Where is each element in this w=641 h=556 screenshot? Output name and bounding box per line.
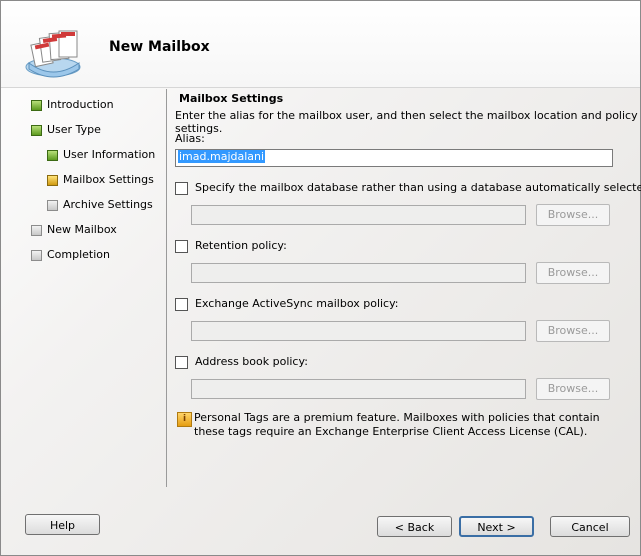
step-label: User Information	[63, 148, 156, 161]
retention-policy-checkbox[interactable]	[175, 240, 188, 253]
step-label: New Mailbox	[47, 223, 117, 236]
activesync-policy-browse-button[interactable]: Browse...	[536, 320, 610, 342]
step-introduction: Introduction	[31, 97, 161, 122]
step-pending-icon	[47, 200, 58, 211]
step-archive-settings: Archive Settings	[31, 197, 161, 222]
alias-value: imad.majdalani	[178, 150, 266, 163]
step-complete-icon	[47, 150, 58, 161]
alias-input[interactable]: imad.majdalani	[175, 149, 613, 167]
wizard-title: New Mailbox	[109, 39, 210, 55]
step-complete-icon	[31, 125, 42, 136]
database-browse-button[interactable]: Browse...	[536, 204, 610, 226]
panel-divider	[166, 89, 167, 487]
info-icon: i	[177, 412, 192, 427]
address-book-policy-browse-button[interactable]: Browse...	[536, 378, 610, 400]
step-pending-icon	[31, 225, 42, 236]
step-completion: Completion	[31, 247, 161, 272]
retention-policy-browse-button[interactable]: Browse...	[536, 262, 610, 284]
help-button[interactable]: Help	[25, 514, 100, 535]
step-mailbox-settings: Mailbox Settings	[31, 172, 161, 197]
step-current-icon	[47, 175, 58, 186]
step-label: Archive Settings	[63, 198, 153, 211]
wizard-step-list: Introduction User Type User Information …	[31, 97, 161, 272]
activesync-policy-checkbox[interactable]	[175, 298, 188, 311]
wizard-header: New Mailbox	[1, 1, 640, 88]
retention-policy-field	[191, 263, 526, 283]
retention-policy-label: Retention policy:	[195, 239, 287, 252]
activesync-policy-label: Exchange ActiveSync mailbox policy:	[195, 297, 399, 310]
back-button[interactable]: < Back	[377, 516, 452, 537]
cancel-button[interactable]: Cancel	[550, 516, 630, 537]
address-book-policy-checkbox[interactable]	[175, 356, 188, 369]
alias-label: Alias:	[175, 132, 205, 145]
database-checkbox-label: Specify the mailbox database rather than…	[195, 181, 641, 194]
address-book-policy-field	[191, 379, 526, 399]
step-label: Mailbox Settings	[63, 173, 154, 186]
next-button[interactable]: Next >	[459, 516, 534, 537]
step-new-mailbox: New Mailbox	[31, 222, 161, 247]
step-label: Completion	[47, 248, 111, 261]
section-intro: Enter the alias for the mailbox user, an…	[175, 109, 638, 135]
step-user-information: User Information	[31, 147, 161, 172]
step-complete-icon	[31, 100, 42, 111]
info-note: Personal Tags are a premium feature. Mai…	[194, 411, 600, 438]
database-field	[191, 205, 526, 225]
step-label: Introduction	[47, 98, 114, 111]
wizard-window: New Mailbox Introduction User Type User …	[0, 0, 641, 556]
activesync-policy-field	[191, 321, 526, 341]
database-checkbox[interactable]	[175, 182, 188, 195]
step-label: User Type	[47, 123, 101, 136]
step-user-type: User Type	[31, 122, 161, 147]
address-book-policy-label: Address book policy:	[195, 355, 308, 368]
mailbox-wizard-icon	[25, 30, 81, 78]
step-pending-icon	[31, 250, 42, 261]
section-title: Mailbox Settings	[179, 92, 284, 105]
